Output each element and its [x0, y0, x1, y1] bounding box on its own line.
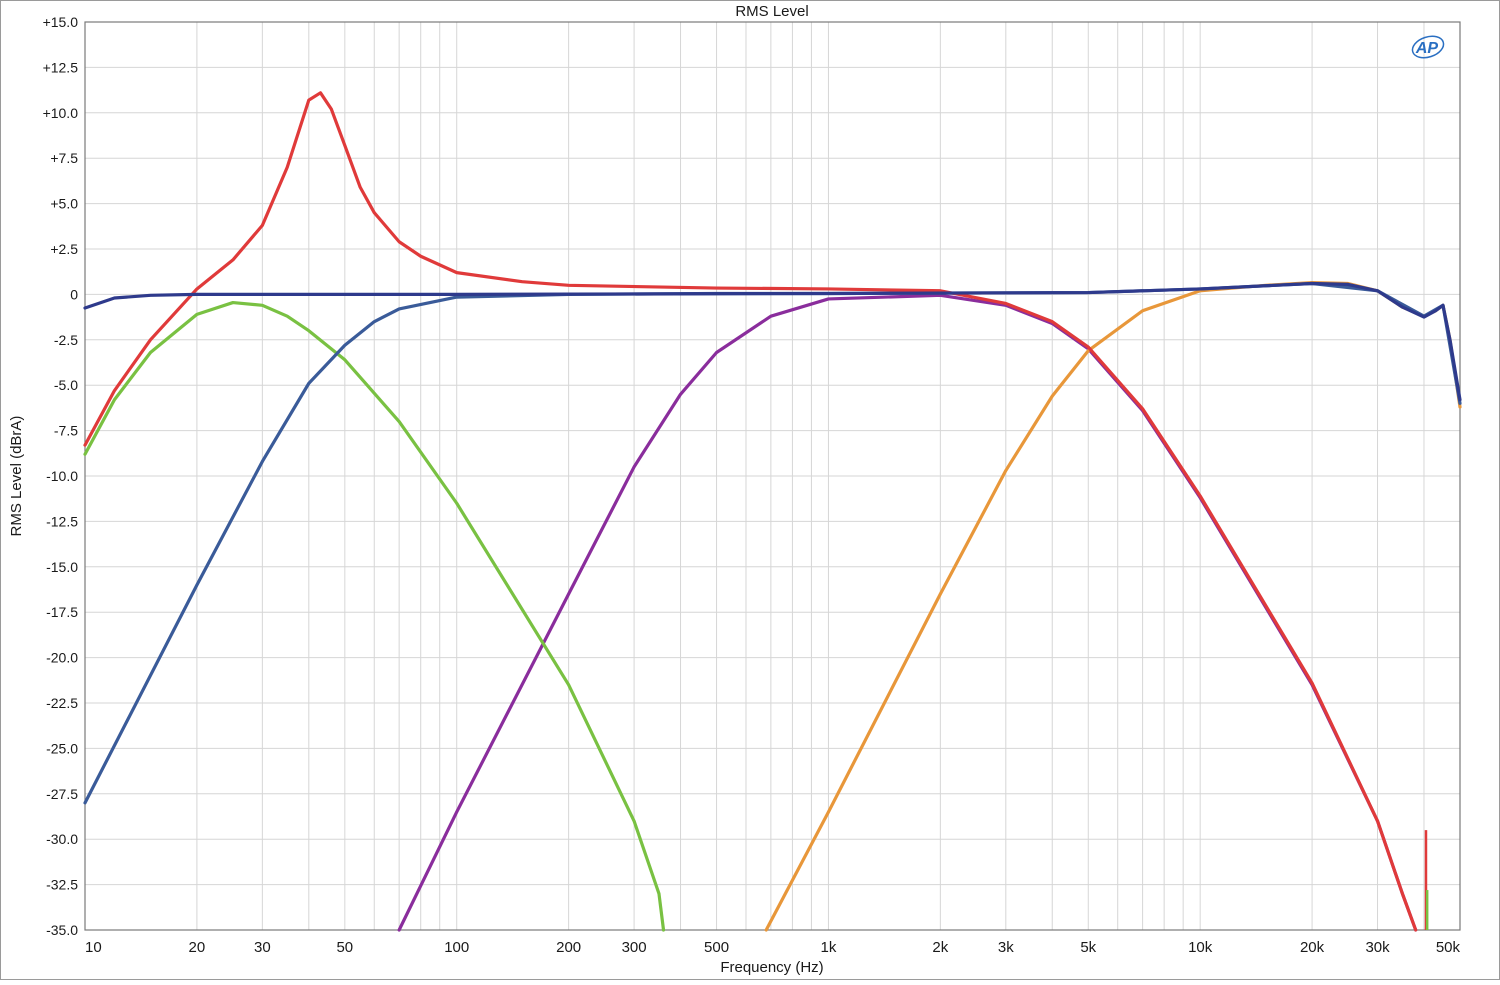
- rms-level-chart: +15.0 +12.5 +10.0 +7.5 +5.0 +2.5 0 -2.5 -5.0 -7.5…: [0, 0, 1500, 980]
- y-tick-label: -20.0: [46, 650, 78, 666]
- y-tick-label: 0: [70, 286, 78, 302]
- y-tick-label: -2.5: [54, 332, 78, 348]
- x-tick-label: 500: [704, 939, 729, 956]
- y-tick-label: -10.0: [46, 468, 78, 484]
- x-tick-label: 100: [444, 939, 469, 956]
- y-tick-label: -25.0: [46, 740, 78, 756]
- x-tick-label: 5k: [1080, 939, 1096, 956]
- x-tick-label: 2k: [932, 939, 948, 956]
- x-tick-label: 1k: [821, 939, 837, 956]
- x-tick-label: 30: [254, 939, 271, 956]
- x-tick-label: 300: [622, 939, 647, 956]
- ap-logo-text: AP: [1415, 40, 1439, 57]
- x-tick-label: 20k: [1300, 939, 1325, 956]
- y-tick-label: -35.0: [46, 922, 78, 938]
- x-tick-label: 30k: [1365, 939, 1390, 956]
- y-tick-label: -17.5: [46, 604, 78, 620]
- x-tick-label: 50: [336, 939, 353, 956]
- chart-title: RMS Level: [735, 3, 808, 20]
- x-tick-label: 3k: [998, 939, 1014, 956]
- y-tick-label: +7.5: [50, 150, 78, 166]
- y-tick-label: +10.0: [43, 105, 79, 121]
- x-tick-label: 10k: [1188, 939, 1213, 956]
- y-tick-label: +12.5: [43, 59, 79, 75]
- x-tick-label: 20: [189, 939, 206, 956]
- x-tick-label: 200: [556, 939, 581, 956]
- y-tick-label: -7.5: [54, 423, 78, 439]
- y-tick-label: -27.5: [46, 786, 78, 802]
- y-axis-label: RMS Level (dBrA): [8, 416, 25, 537]
- x-tick-label: 50k: [1436, 939, 1461, 956]
- y-tick-label: -30.0: [46, 831, 78, 847]
- x-tick-label: 10: [85, 939, 102, 956]
- y-tick-label: -5.0: [54, 377, 78, 393]
- chart-container: +15.0 +12.5 +10.0 +7.5 +5.0 +2.5 0 -2.5 -5.0 -7.5…: [0, 0, 1500, 980]
- y-tick-label: -32.5: [46, 877, 78, 893]
- y-tick-label: -22.5: [46, 695, 78, 711]
- y-tick-label: -12.5: [46, 513, 78, 529]
- y-tick-label: +2.5: [50, 241, 78, 257]
- outer-frame: [0, 0, 1500, 980]
- y-tick-label: +5.0: [50, 196, 78, 212]
- y-tick-label: -15.0: [46, 559, 78, 575]
- x-axis-label: Frequency (Hz): [720, 959, 823, 976]
- y-tick-label: +15.0: [43, 14, 79, 30]
